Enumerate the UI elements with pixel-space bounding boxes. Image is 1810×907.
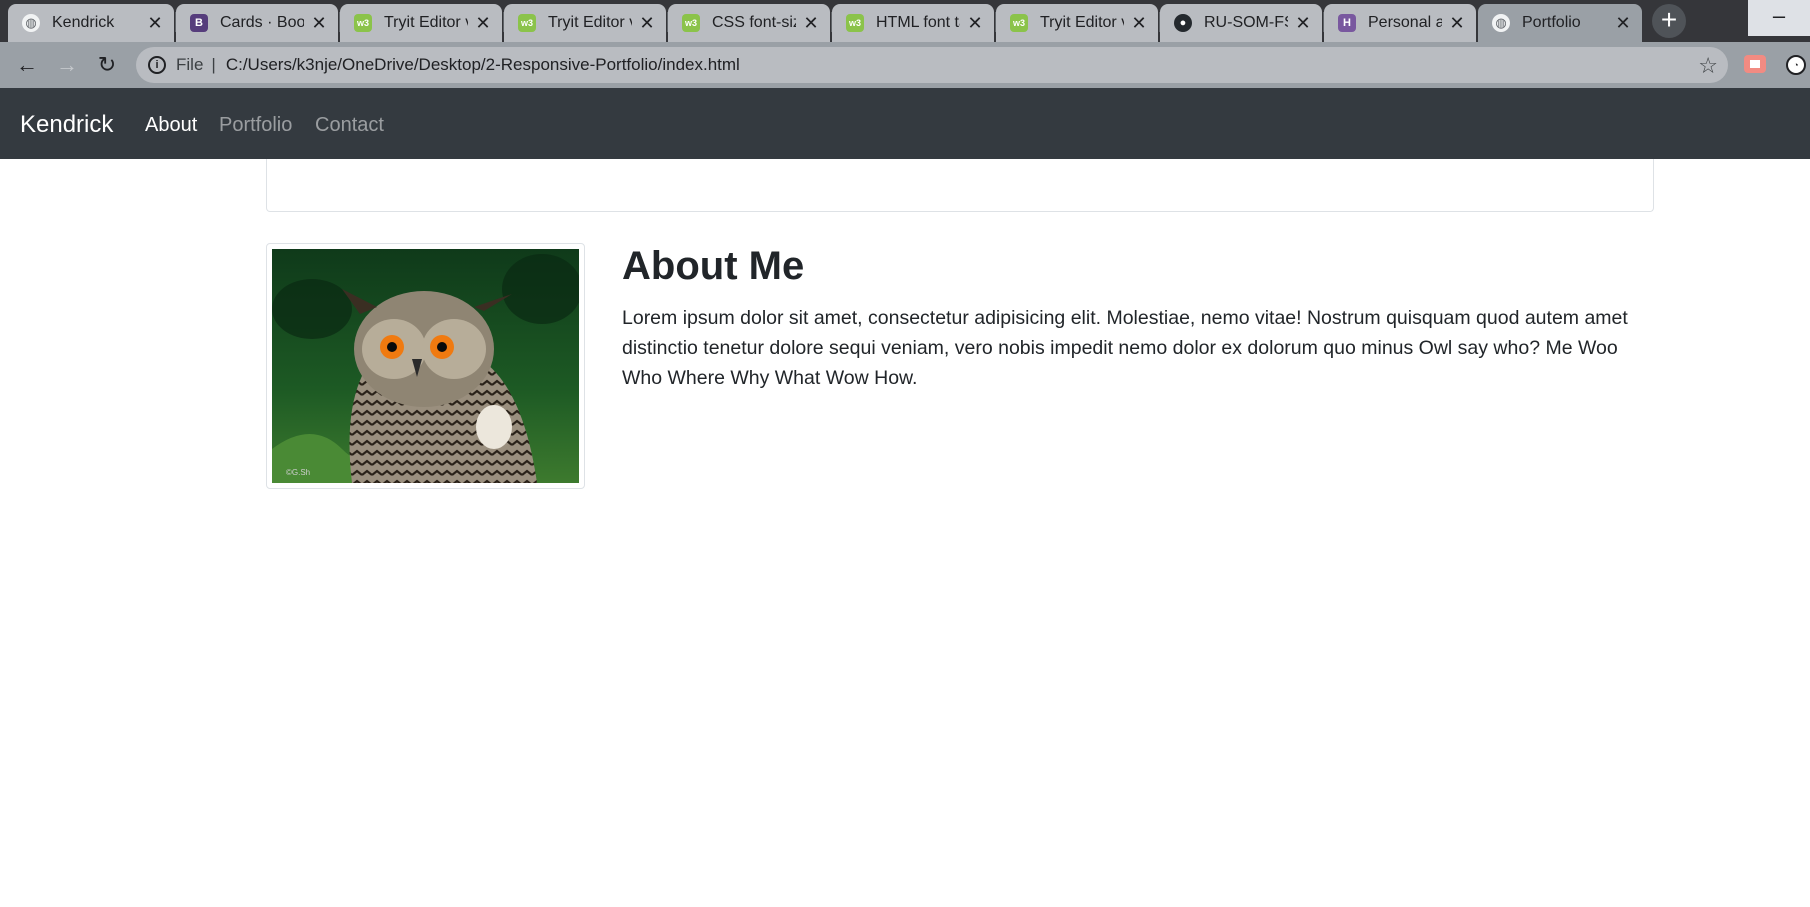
- owl-image: ©G.Sh: [272, 249, 579, 483]
- w3schools-icon: w3: [682, 14, 700, 32]
- browser-tab[interactable]: w3 CSS font-size ✕: [668, 4, 830, 42]
- tab-title: Personal app: [1368, 14, 1442, 31]
- profile-icon[interactable]: ◔: [1786, 55, 1806, 75]
- tab-title: HTML font ta: [876, 14, 960, 31]
- browser-toolbar: ← → ↻ i File | C:/Users/k3nje/OneDrive/D…: [0, 42, 1810, 88]
- tab-title: RU-SOM-FSF: [1204, 14, 1288, 31]
- address-bar[interactable]: i File | C:/Users/k3nje/OneDrive/Desktop…: [136, 47, 1728, 83]
- bootstrap-icon: B: [190, 14, 208, 32]
- minimize-button[interactable]: –: [1748, 0, 1810, 36]
- close-icon[interactable]: ✕: [146, 14, 164, 32]
- browser-tab-strip: ◍ Kendrick ✕ B Cards · Boots ✕ w3 Tryit …: [0, 0, 1810, 42]
- browser-tab[interactable]: ◍ Kendrick ✕: [8, 4, 174, 42]
- tab-title: Portfolio: [1522, 14, 1581, 31]
- close-icon[interactable]: ✕: [802, 14, 820, 32]
- close-icon[interactable]: ✕: [310, 14, 328, 32]
- close-icon[interactable]: ✕: [966, 14, 984, 32]
- browser-tab[interactable]: w3 Tryit Editor v ✕: [340, 4, 502, 42]
- close-icon[interactable]: ✕: [1448, 14, 1466, 32]
- info-icon[interactable]: i: [148, 56, 166, 74]
- reload-icon[interactable]: ↻: [92, 50, 122, 80]
- close-icon[interactable]: ✕: [1294, 14, 1312, 32]
- w3schools-icon: w3: [846, 14, 864, 32]
- tab-title: Tryit Editor v: [1040, 14, 1124, 31]
- empty-card: [266, 159, 1654, 212]
- browser-tab[interactable]: B Cards · Boots ✕: [176, 4, 338, 42]
- tab-title: CSS font-size: [712, 14, 796, 31]
- address-divider: |: [211, 55, 216, 74]
- navbar-brand[interactable]: Kendrick: [20, 111, 113, 139]
- browser-tab[interactable]: H Personal app ✕: [1324, 4, 1476, 42]
- globe-icon: ◍: [22, 14, 40, 32]
- address-scheme: File: [176, 55, 204, 74]
- site-navbar: Kendrick About Portfolio Contact: [0, 88, 1810, 159]
- browser-tab[interactable]: w3 HTML font ta ✕: [832, 4, 994, 42]
- browser-tab-active[interactable]: ◍ Portfolio ✕: [1478, 4, 1642, 42]
- tab-title: Tryit Editor v: [384, 14, 468, 31]
- new-tab-button[interactable]: +: [1652, 4, 1686, 38]
- bookmark-star-icon[interactable]: ☆: [1698, 53, 1718, 79]
- back-arrow-icon[interactable]: ←: [12, 50, 42, 80]
- github-icon: ●: [1174, 14, 1192, 32]
- heroku-icon: H: [1338, 14, 1356, 32]
- close-icon[interactable]: ✕: [474, 14, 492, 32]
- image-watermark: ©G.Sh: [286, 468, 310, 477]
- tab-title: Cards · Boots: [220, 14, 304, 31]
- browser-tab[interactable]: ● RU-SOM-FSF ✕: [1160, 4, 1322, 42]
- browser-tab[interactable]: w3 Tryit Editor v ✕: [504, 4, 666, 42]
- w3schools-icon: w3: [518, 14, 536, 32]
- close-icon[interactable]: ✕: [1130, 14, 1148, 32]
- tab-title: Kendrick: [52, 14, 115, 31]
- nav-link-portfolio[interactable]: Portfolio: [219, 114, 292, 137]
- globe-icon: ◍: [1492, 14, 1510, 32]
- forward-arrow-icon[interactable]: →: [52, 50, 82, 80]
- nav-link-contact[interactable]: Contact: [315, 114, 384, 137]
- tab-title: Tryit Editor v: [548, 14, 632, 31]
- address-url: C:/Users/k3nje/OneDrive/Desktop/2-Respon…: [225, 55, 740, 74]
- close-icon[interactable]: ✕: [638, 14, 656, 32]
- w3schools-icon: w3: [1010, 14, 1028, 32]
- page-title: About Me: [622, 244, 805, 288]
- nav-link-about[interactable]: About: [145, 114, 197, 137]
- extension-icon[interactable]: [1744, 55, 1766, 73]
- close-icon[interactable]: ✕: [1614, 14, 1632, 32]
- browser-tab[interactable]: w3 Tryit Editor v ✕: [996, 4, 1158, 42]
- w3schools-icon: w3: [354, 14, 372, 32]
- about-paragraph: Lorem ipsum dolor sit amet, consectetur …: [622, 307, 1628, 389]
- owl-image-thumbnail: ©G.Sh: [266, 243, 585, 489]
